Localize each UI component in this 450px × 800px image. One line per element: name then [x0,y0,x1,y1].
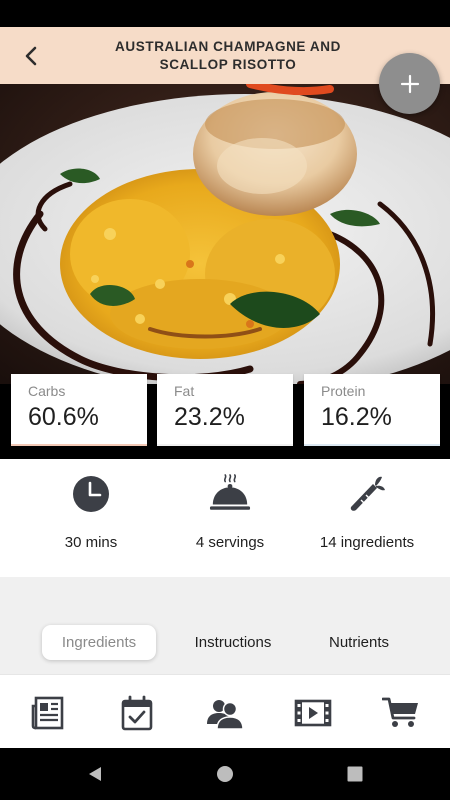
macro-value: 23.2% [174,403,245,431]
macro-card-fat: Fat 23.2% [157,374,293,446]
chevron-left-icon [25,46,37,66]
triangle-back-icon [89,767,101,781]
tab-ingredients[interactable]: Ingredients [42,625,156,660]
clock-icon [70,473,112,515]
nav-cart-button[interactable] [381,693,421,733]
system-recents-button[interactable] [343,762,367,786]
macro-card-carbs: Carbs 60.6% [11,374,147,446]
add-button[interactable] [379,53,440,114]
square-recents-icon [347,766,363,782]
macro-label: Protein [321,383,366,399]
stat-label: 30 mins [64,534,118,551]
cloche-icon [209,473,251,515]
recipe-photo [0,84,450,384]
circle-home-icon [217,766,233,782]
status-bar [0,0,450,27]
carrot-icon [346,473,388,515]
stat-ingredients: 14 ingredients [292,459,442,577]
system-home-button[interactable] [213,762,237,786]
stat-label: 4 servings [195,534,265,551]
tab-nutrients[interactable]: Nutrients [316,625,402,660]
macro-label: Carbs [28,383,66,399]
video-icon [294,699,332,727]
cart-icon [382,697,418,727]
stat-label: 14 ingredients [319,534,415,551]
users-icon [207,700,244,730]
calendar-check-icon [121,695,153,731]
nav-planner-button[interactable] [117,693,157,733]
system-back-button[interactable] [83,762,107,786]
stat-servings: 4 servings [155,459,305,577]
recipe-title: AUSTRALIAN CHAMPAGNE AND SCALLOP RISOTTO [115,39,341,72]
nav-videos-button[interactable] [293,693,333,733]
recipe-stats: 30 mins 4 servings 14 ingredients [0,459,450,577]
system-nav-bar [0,748,450,800]
macro-label: Fat [174,383,195,399]
newspaper-icon [31,696,64,730]
nav-news-button[interactable] [29,693,69,733]
macro-card-protein: Protein 16.2% [304,374,440,446]
macro-value: 60.6% [28,403,99,431]
tab-instructions[interactable]: Instructions [180,625,286,660]
stat-time: 30 mins [16,459,166,577]
plus-icon [400,74,419,93]
back-button[interactable] [14,39,48,73]
recipe-tabs: Ingredients Instructions Nutrients [0,577,450,674]
macro-value: 16.2% [321,403,392,431]
bottom-nav [0,674,450,748]
nav-community-button[interactable] [205,693,245,733]
